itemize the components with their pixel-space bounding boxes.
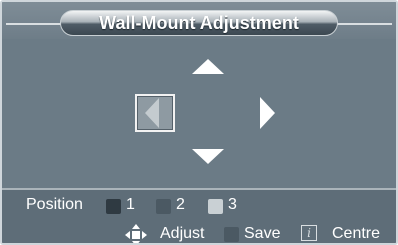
title-bar: Wall-Mount Adjustment [2,2,396,39]
save-button-icon [224,227,239,242]
arrow-right-button[interactable] [260,97,275,129]
page-title: Wall-Mount Adjustment [99,13,299,33]
position-3-swatch[interactable] [208,199,223,214]
info-icon: i [301,225,317,241]
position-1-swatch[interactable] [106,199,121,214]
position-label: Position [26,196,83,213]
wall-mount-osd: Wall-Mount Adjustment Position 1 2 3 Adj… [0,0,398,245]
position-2-swatch[interactable] [156,199,171,214]
save-label: Save [244,225,281,242]
arrow-down-button[interactable] [192,149,224,164]
arrow-up-button[interactable] [192,59,224,74]
position-3-label: 3 [228,196,237,213]
position-2-label: 2 [176,196,185,213]
centre-label: Centre [332,225,381,242]
arrow-left-icon [145,98,159,128]
adjust-label: Adjust [160,225,205,242]
dpad-icon [125,224,147,243]
position-1-label: 1 [126,196,135,213]
